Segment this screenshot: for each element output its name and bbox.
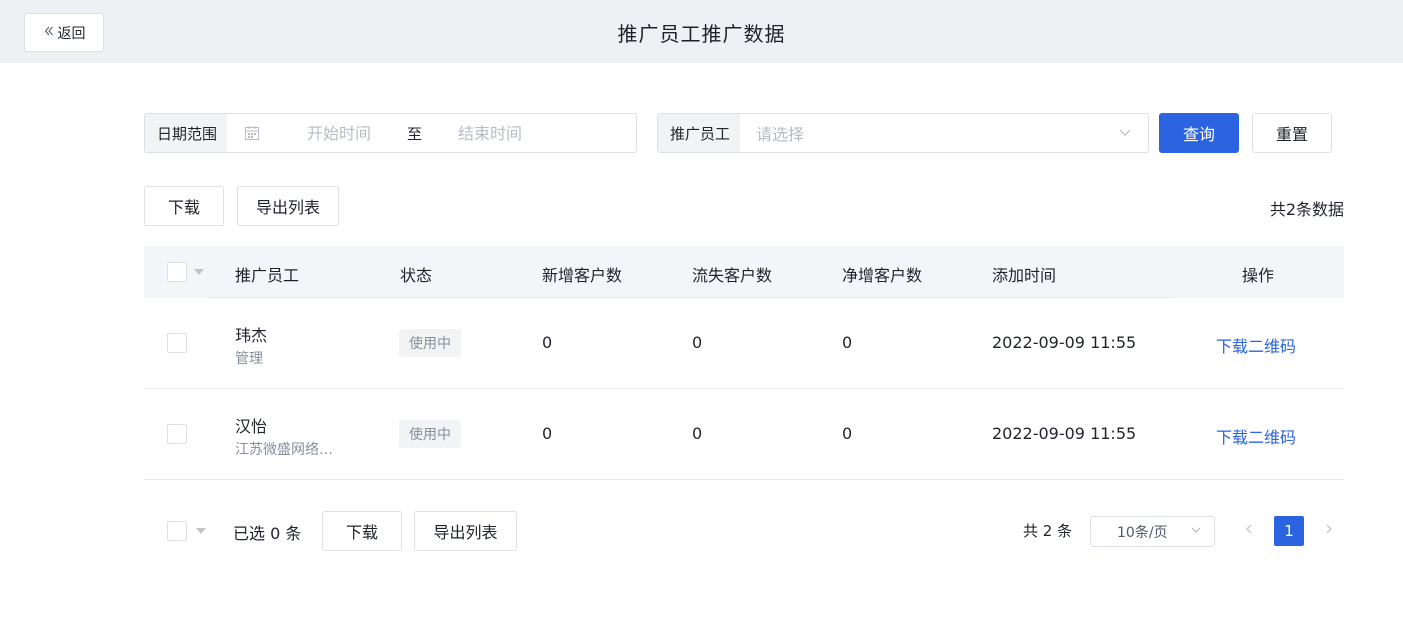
footer-download-button[interactable]: 下载 <box>322 511 402 551</box>
prev-page-button[interactable] <box>1234 516 1264 546</box>
top-bar: 返回 推广员工推广数据 <box>0 0 1403 63</box>
date-range-filter: 日期范围 至 <box>144 113 637 153</box>
employee-select-placeholder: 请选择 <box>756 125 805 144</box>
caret-down-icon[interactable] <box>194 269 204 275</box>
chevron-down-icon <box>1118 124 1132 143</box>
added-time-value: 2022-09-09 11:55 <box>992 333 1137 352</box>
status-badge: 使用中 <box>399 329 461 357</box>
row-checkbox[interactable] <box>167 333 187 353</box>
chevron-down-icon <box>1190 524 1202 540</box>
reset-button[interactable]: 重置 <box>1252 113 1332 153</box>
download-qrcode-link[interactable]: 下载二维码 <box>1216 424 1296 448</box>
export-list-button[interactable]: 导出列表 <box>237 186 339 226</box>
table-row: 汉怡 江苏微盛网络… 使用中 0 0 0 2022-09-09 11:55 下载… <box>144 389 1344 480</box>
query-button[interactable]: 查询 <box>1159 113 1239 153</box>
employee-department: 管理 <box>235 351 263 367</box>
column-header-lost-customers: 流失客户数 <box>692 266 773 285</box>
date-separator: 至 <box>407 124 423 143</box>
date-range-label: 日期范围 <box>145 114 228 152</box>
page-size-value: 10条/页 <box>1117 524 1168 541</box>
page-number-button[interactable]: 1 <box>1274 516 1304 546</box>
data-table: 推广员工 状态 新增客户数 流失客户数 净增客户数 添加时间 操作 玮杰 管理 … <box>144 246 1344 480</box>
employee-select[interactable]: 请选择 <box>740 114 1148 152</box>
chevron-left-icon <box>1243 523 1255 539</box>
employee-department: 江苏微盛网络… <box>235 442 333 458</box>
select-all-checkbox[interactable] <box>167 262 187 282</box>
table-footer: 已选 0 条 下载 导出列表 共 2 条 10条/页 1 <box>144 510 1344 552</box>
row-checkbox[interactable] <box>167 424 187 444</box>
selected-count: 已选 0 条 <box>233 524 302 543</box>
net-customers-value: 0 <box>842 333 853 352</box>
new-customers-value: 0 <box>542 333 553 352</box>
added-time-value: 2022-09-09 11:55 <box>992 424 1137 443</box>
column-header-new-customers: 新增客户数 <box>542 266 623 285</box>
page-title: 推广员工推广数据 <box>617 22 786 46</box>
calendar-icon[interactable] <box>243 124 261 142</box>
footer-select-all-checkbox[interactable] <box>167 521 187 541</box>
table-row: 玮杰 管理 使用中 0 0 0 2022-09-09 11:55 下载二维码 <box>144 298 1344 389</box>
start-date-input[interactable] <box>279 123 400 143</box>
employee-name: 汉怡 <box>235 417 268 436</box>
column-header-net-customers: 净增客户数 <box>842 266 923 285</box>
download-qrcode-link[interactable]: 下载二维码 <box>1216 333 1296 357</box>
footer-export-list-button[interactable]: 导出列表 <box>414 511 517 551</box>
page-size-select[interactable]: 10条/页 <box>1090 516 1215 547</box>
column-header-status: 状态 <box>400 266 433 285</box>
total-count: 共2条数据 <box>1269 200 1344 219</box>
end-date-input[interactable] <box>430 123 551 143</box>
column-header-added-time: 添加时间 <box>992 266 1057 285</box>
employee-name: 玮杰 <box>235 326 268 345</box>
employee-filter-label: 推广员工 <box>658 114 741 152</box>
status-badge: 使用中 <box>399 420 461 448</box>
caret-down-icon[interactable] <box>196 528 206 534</box>
net-customers-value: 0 <box>842 424 853 443</box>
table-header: 推广员工 状态 新增客户数 流失客户数 净增客户数 添加时间 操作 <box>144 246 1344 298</box>
download-button[interactable]: 下载 <box>144 186 224 226</box>
new-customers-value: 0 <box>542 424 553 443</box>
pager-total: 共 2 条 <box>1023 522 1073 540</box>
column-header-employee: 推广员工 <box>235 266 300 285</box>
lost-customers-value: 0 <box>692 333 703 352</box>
column-header-actions: 操作 <box>1242 266 1275 285</box>
chevron-right-icon <box>1323 523 1335 539</box>
lost-customers-value: 0 <box>692 424 703 443</box>
employee-filter: 推广员工 请选择 <box>657 113 1149 153</box>
next-page-button[interactable] <box>1314 516 1344 546</box>
